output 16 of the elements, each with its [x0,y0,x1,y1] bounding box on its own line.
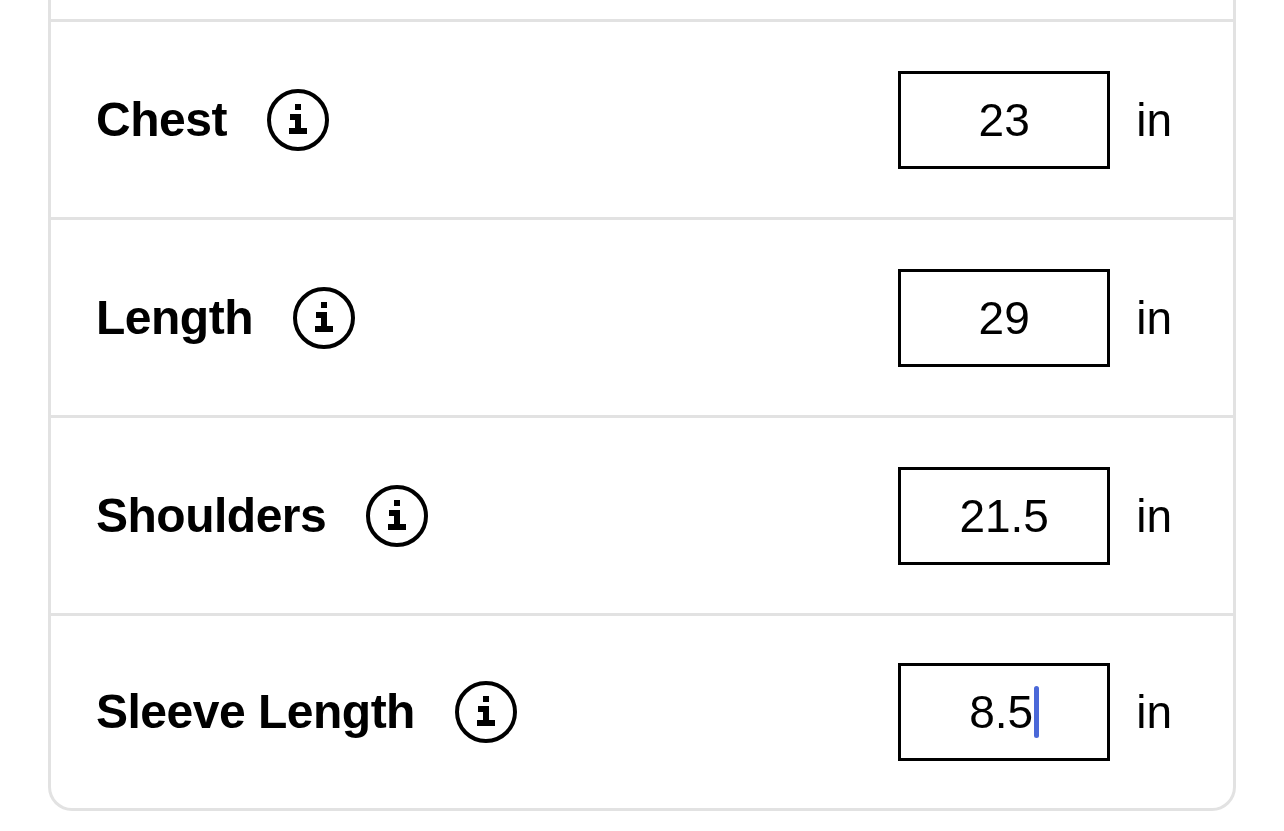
info-icon[interactable] [366,484,429,547]
input-field[interactable]: 23 [898,70,1111,169]
unit-label: in [1136,689,1172,735]
input-field[interactable]: 8.5 [898,663,1111,761]
info-icon[interactable] [454,681,517,743]
info-icon[interactable] [292,286,355,349]
unit-label: in [1136,492,1172,539]
measurement-label: Sleeve Length [96,688,415,736]
info-icon[interactable] [266,88,329,151]
measurement-label: Length [96,293,253,342]
measurement-label: Shoulders [96,491,327,540]
input-field[interactable]: 29 [898,268,1111,367]
input-field[interactable]: 21.5 [898,466,1111,565]
unit-label: in [1136,96,1172,143]
unit-label: in [1136,294,1172,341]
measurement-label: Chest [96,95,227,144]
